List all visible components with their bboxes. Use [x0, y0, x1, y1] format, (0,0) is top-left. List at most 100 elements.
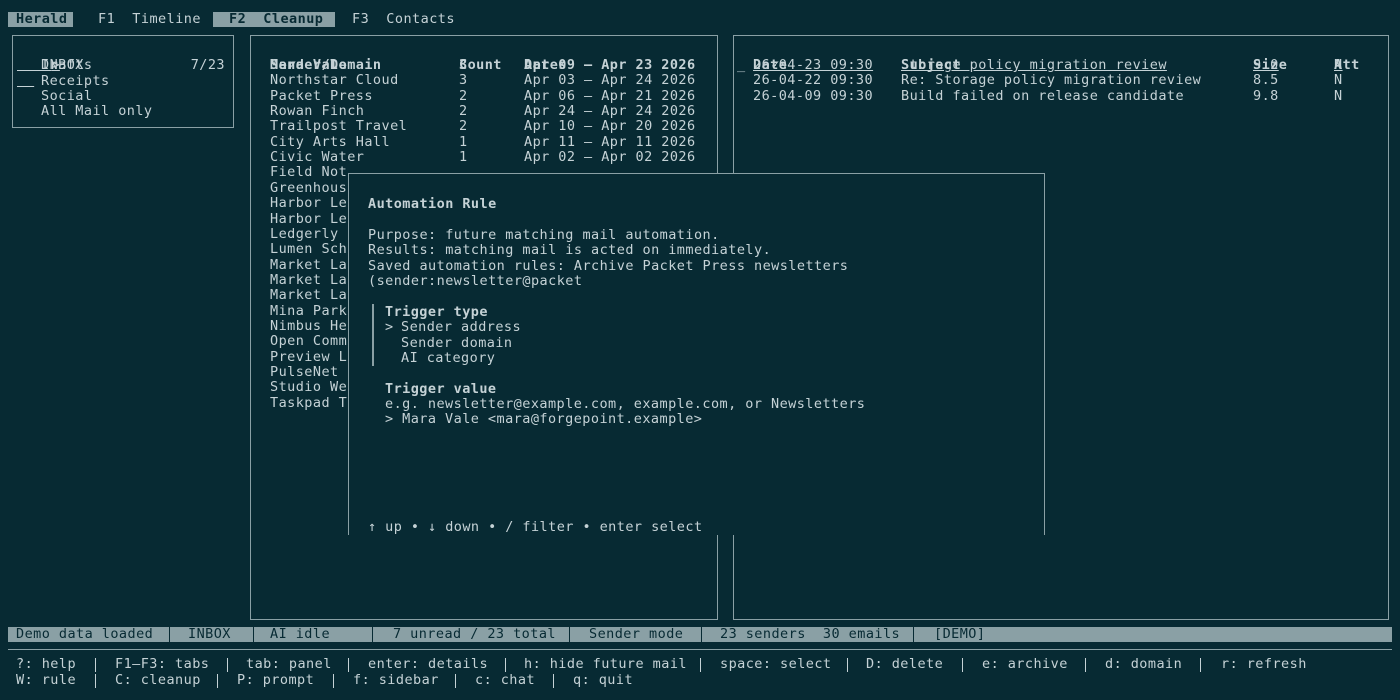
sender-name: Lumen Sch	[270, 241, 348, 258]
help-hint: enter: details	[368, 656, 489, 672]
sender-name: Harbor Le	[270, 210, 348, 227]
sender-dates: Apr 09 – Apr 23 2026	[524, 57, 696, 73]
status-folder: INBOX	[188, 626, 231, 642]
email-size: 9.0	[1253, 57, 1279, 73]
sender-count: 2	[459, 118, 468, 135]
sender-name: Mara Vale	[270, 57, 348, 73]
status-divider	[253, 627, 254, 642]
trigger-option-ai-category[interactable]: AI category	[401, 350, 495, 366]
sidebar-panel[interactable]: > INBOX 7/23 Drafts Receipts Social All Ma…	[12, 35, 234, 128]
email-attachment: N	[1334, 72, 1343, 89]
sender-name: Rowan Finch	[270, 103, 365, 120]
sender-name: Ledgerly	[270, 225, 339, 242]
sender-count: 2	[459, 103, 468, 120]
sender-name: Mina Park	[270, 302, 348, 319]
help-separator	[227, 658, 228, 672]
help-separator	[95, 658, 96, 672]
help-hint: D: delete	[866, 656, 944, 672]
sender-name: Trailpost Travel	[270, 118, 408, 135]
sender-dates: Apr 03 – Apr 24 2026	[524, 72, 696, 89]
help-separator	[847, 658, 848, 672]
sender-name: City Arts Hall	[270, 133, 391, 150]
help-separator	[348, 658, 349, 672]
selection-marker: >	[385, 319, 394, 335]
sender-name: Market La	[270, 271, 348, 288]
help-hint: P: prompt	[237, 672, 315, 688]
status-load: Demo data loaded	[16, 626, 154, 642]
sender-count: 1	[459, 133, 468, 150]
help-hint: space: select	[720, 656, 832, 672]
sender-name: Packet Press	[270, 87, 373, 104]
help-hint: r: refresh	[1221, 656, 1307, 672]
sender-name: Open Comm	[270, 333, 348, 350]
status-unread: 7 unread / 23 total	[393, 626, 556, 642]
sender-count: 3	[459, 72, 468, 89]
email-size: 8.5	[1253, 72, 1279, 89]
help-hint: e: archive	[982, 656, 1068, 672]
sender-name: Studio We	[270, 379, 348, 396]
help-separator	[217, 674, 218, 688]
status-counts: 23 senders 30 emails	[720, 626, 901, 642]
email-date: 26-04-23 09:30	[753, 57, 874, 73]
option-label: Sender address	[401, 319, 522, 335]
sender-name: Civic Water	[270, 149, 365, 166]
focus-indicator	[372, 304, 374, 366]
status-mode: Sender mode	[589, 626, 684, 642]
help-hint: c: chat	[475, 672, 536, 688]
email-subject: Build failed on release candidate	[901, 87, 1185, 104]
sender-name: Preview L	[270, 348, 348, 365]
sidebar-item-drafts[interactable]: Drafts	[41, 57, 92, 73]
email-size: 9.8	[1253, 87, 1279, 104]
help-separator	[455, 674, 456, 688]
sender-dates: Apr 24 – Apr 24 2026	[524, 103, 696, 120]
help-separator	[962, 658, 963, 672]
help-hint: C: cleanup	[115, 672, 201, 688]
unread-count: 7/23	[190, 57, 225, 74]
sender-count: 3	[459, 57, 468, 73]
help-hint: W: rule	[16, 672, 77, 688]
help-hint: h: hide future mail	[524, 656, 687, 672]
trigger-option-sender-address[interactable]: > Sender address	[385, 319, 521, 335]
help-hint: F1–F3: tabs	[115, 656, 210, 672]
sender-name: Nimbus He	[270, 317, 348, 334]
status-divider	[701, 627, 702, 642]
sender-dates: Apr 10 – Apr 20 2026	[524, 118, 696, 135]
help-hint: ?: help	[16, 656, 77, 672]
sender-name: Greenhous	[270, 179, 348, 196]
help-hint: q: quit	[573, 672, 634, 688]
trigger-value-input[interactable]: > Mara Vale <mara@forgepoint.example>	[385, 411, 702, 427]
sidebar-item-all-mail[interactable]: All Mail only	[41, 103, 153, 119]
status-ai: AI idle	[270, 626, 331, 642]
help-hint: f: sidebar	[353, 672, 439, 688]
email-subject: Re: Storage policy migration review	[901, 72, 1202, 89]
help-separator	[333, 674, 334, 688]
app-title: Herald	[8, 12, 73, 27]
dialog-key-hints: ↑ up • ↓ down • / filter • enter select	[368, 519, 703, 535]
help-hint: tab: panel	[246, 656, 332, 672]
email-date: 26-04-09 09:30	[753, 87, 874, 104]
saved-rules-continuation: (sender:newsletter@packet	[368, 273, 583, 289]
sender-name: Harbor Le	[270, 195, 348, 212]
tab-timeline[interactable]: F1 Timeline	[98, 12, 201, 27]
sender-name: Market La	[270, 256, 348, 273]
status-divider	[169, 627, 170, 642]
automation-rule-dialog[interactable]: Automation Rule Purpose: future matching…	[348, 173, 1045, 535]
help-separator	[95, 674, 96, 688]
tab-contacts[interactable]: F3 Contacts	[352, 12, 455, 27]
email-subject: Storage policy migration review	[901, 57, 1167, 73]
sender-name: Northstar Cloud	[270, 72, 399, 89]
help-separator	[1200, 658, 1201, 672]
sender-name: Taskpad T	[270, 394, 348, 411]
help-hint: d: domain	[1105, 656, 1183, 672]
sender-name: PulseNet	[270, 364, 339, 380]
sender-dates: Apr 06 – Apr 21 2026	[524, 87, 696, 104]
row-cursor: _	[737, 57, 746, 73]
sender-dates: Apr 11 – Apr 11 2026	[524, 133, 696, 150]
help-separator	[700, 658, 701, 672]
results-text: Results: matching mail is acted on immed…	[368, 242, 772, 258]
help-divider	[8, 649, 1392, 650]
email-attachment: N	[1334, 87, 1343, 104]
status-divider	[913, 627, 914, 642]
tab-cleanup[interactable]: F2 Cleanup	[213, 12, 335, 27]
status-demo-badge: [DEMO]	[934, 626, 986, 642]
